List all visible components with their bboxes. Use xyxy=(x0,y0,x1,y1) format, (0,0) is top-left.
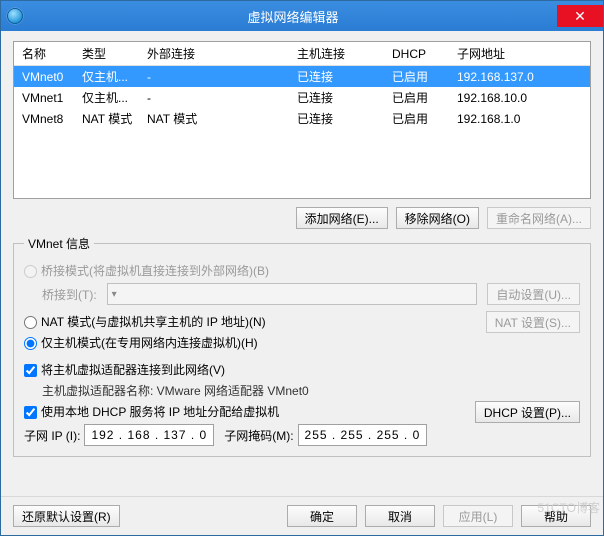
subnet-ip-label: 子网 IP (I): xyxy=(24,427,80,444)
window: 虚拟网络编辑器 ✕ 名称 类型 外部连接 主机连接 DHCP 子网地址 VMne… xyxy=(0,0,604,536)
titlebar[interactable]: 虚拟网络编辑器 ✕ xyxy=(1,1,603,31)
bottom-bar: 还原默认设置(R) 确定 取消 应用(L) 帮助 xyxy=(1,496,603,535)
close-button[interactable]: ✕ xyxy=(557,5,603,27)
host-only-radio[interactable]: 仅主机模式(在专用网络内连接虚拟机)(H) xyxy=(24,334,258,351)
table-row[interactable]: VMnet0仅主机...-已连接已启用192.168.137.0 xyxy=(14,66,590,88)
col-dhcp[interactable]: DHCP xyxy=(384,42,449,66)
cell-dhcp: 已启用 xyxy=(384,66,449,88)
cell-type: 仅主机... xyxy=(74,87,139,108)
cell-type: NAT 模式 xyxy=(74,108,139,129)
subnet-ip-input[interactable]: 192 . 168 . 137 . 0 xyxy=(84,424,214,446)
cell-name: VMnet1 xyxy=(14,87,74,108)
cell-host: 已连接 xyxy=(289,66,384,88)
adapter-name-label: 主机虚拟适配器名称: VMware 网络适配器 VMnet0 xyxy=(42,382,580,399)
col-ext[interactable]: 外部连接 xyxy=(139,42,289,66)
table-row[interactable]: VMnet1仅主机...-已连接已启用192.168.10.0 xyxy=(14,87,590,108)
bridge-mode-radio: 桥接模式(将虚拟机直接连接到外部网络)(B) xyxy=(24,262,269,279)
ok-button[interactable]: 确定 xyxy=(287,505,357,527)
cell-dhcp: 已启用 xyxy=(384,87,449,108)
window-title: 虚拟网络编辑器 xyxy=(29,7,557,26)
cell-host: 已连接 xyxy=(289,87,384,108)
content-area: 名称 类型 外部连接 主机连接 DHCP 子网地址 VMnet0仅主机...-已… xyxy=(1,31,603,496)
network-table[interactable]: 名称 类型 外部连接 主机连接 DHCP 子网地址 VMnet0仅主机...-已… xyxy=(13,41,591,199)
use-dhcp-checkbox[interactable]: 使用本地 DHCP 服务将 IP 地址分配给虚拟机 xyxy=(24,403,279,420)
remove-network-button[interactable]: 移除网络(O) xyxy=(396,207,479,229)
apply-button: 应用(L) xyxy=(443,505,513,527)
col-host[interactable]: 主机连接 xyxy=(289,42,384,66)
bridge-to-combo xyxy=(107,283,478,305)
cell-subnet: 192.168.10.0 xyxy=(449,87,590,108)
nat-mode-radio[interactable]: NAT 模式(与虚拟机共享主机的 IP 地址)(N) xyxy=(24,313,266,330)
cell-host: 已连接 xyxy=(289,108,384,129)
help-button[interactable]: 帮助 xyxy=(521,505,591,527)
rename-network-button: 重命名网络(A)... xyxy=(487,207,591,229)
vmnet-info-group: VMnet 信息 桥接模式(将虚拟机直接连接到外部网络)(B) 桥接到(T): … xyxy=(13,235,591,457)
auto-set-button: 自动设置(U)... xyxy=(487,283,580,305)
vmnet-info-legend: VMnet 信息 xyxy=(24,235,94,252)
cell-ext: NAT 模式 xyxy=(139,108,289,129)
cell-name: VMnet0 xyxy=(14,66,74,88)
network-buttons-row: 添加网络(E)... 移除网络(O) 重命名网络(A)... xyxy=(13,199,591,235)
subnet-mask-input[interactable]: 255 . 255 . 255 . 0 xyxy=(298,424,428,446)
table-header-row[interactable]: 名称 类型 外部连接 主机连接 DHCP 子网地址 xyxy=(14,42,590,66)
subnet-mask-label: 子网掩码(M): xyxy=(224,427,293,444)
app-icon xyxy=(7,8,23,24)
restore-defaults-button[interactable]: 还原默认设置(R) xyxy=(13,505,120,527)
cell-subnet: 192.168.137.0 xyxy=(449,66,590,88)
cell-name: VMnet8 xyxy=(14,108,74,129)
cell-ext: - xyxy=(139,87,289,108)
col-subnet[interactable]: 子网地址 xyxy=(449,42,590,66)
table-row[interactable]: VMnet8NAT 模式NAT 模式已连接已启用192.168.1.0 xyxy=(14,108,590,129)
cell-dhcp: 已启用 xyxy=(384,108,449,129)
col-name[interactable]: 名称 xyxy=(14,42,74,66)
cancel-button[interactable]: 取消 xyxy=(365,505,435,527)
bridge-to-label: 桥接到(T): xyxy=(42,286,97,303)
dhcp-settings-button[interactable]: DHCP 设置(P)... xyxy=(475,401,580,423)
connect-host-checkbox[interactable]: 将主机虚拟适配器连接到此网络(V) xyxy=(24,361,225,378)
nat-settings-button: NAT 设置(S)... xyxy=(486,311,580,333)
cell-type: 仅主机... xyxy=(74,66,139,88)
col-type[interactable]: 类型 xyxy=(74,42,139,66)
add-network-button[interactable]: 添加网络(E)... xyxy=(296,207,388,229)
cell-ext: - xyxy=(139,66,289,88)
cell-subnet: 192.168.1.0 xyxy=(449,108,590,129)
